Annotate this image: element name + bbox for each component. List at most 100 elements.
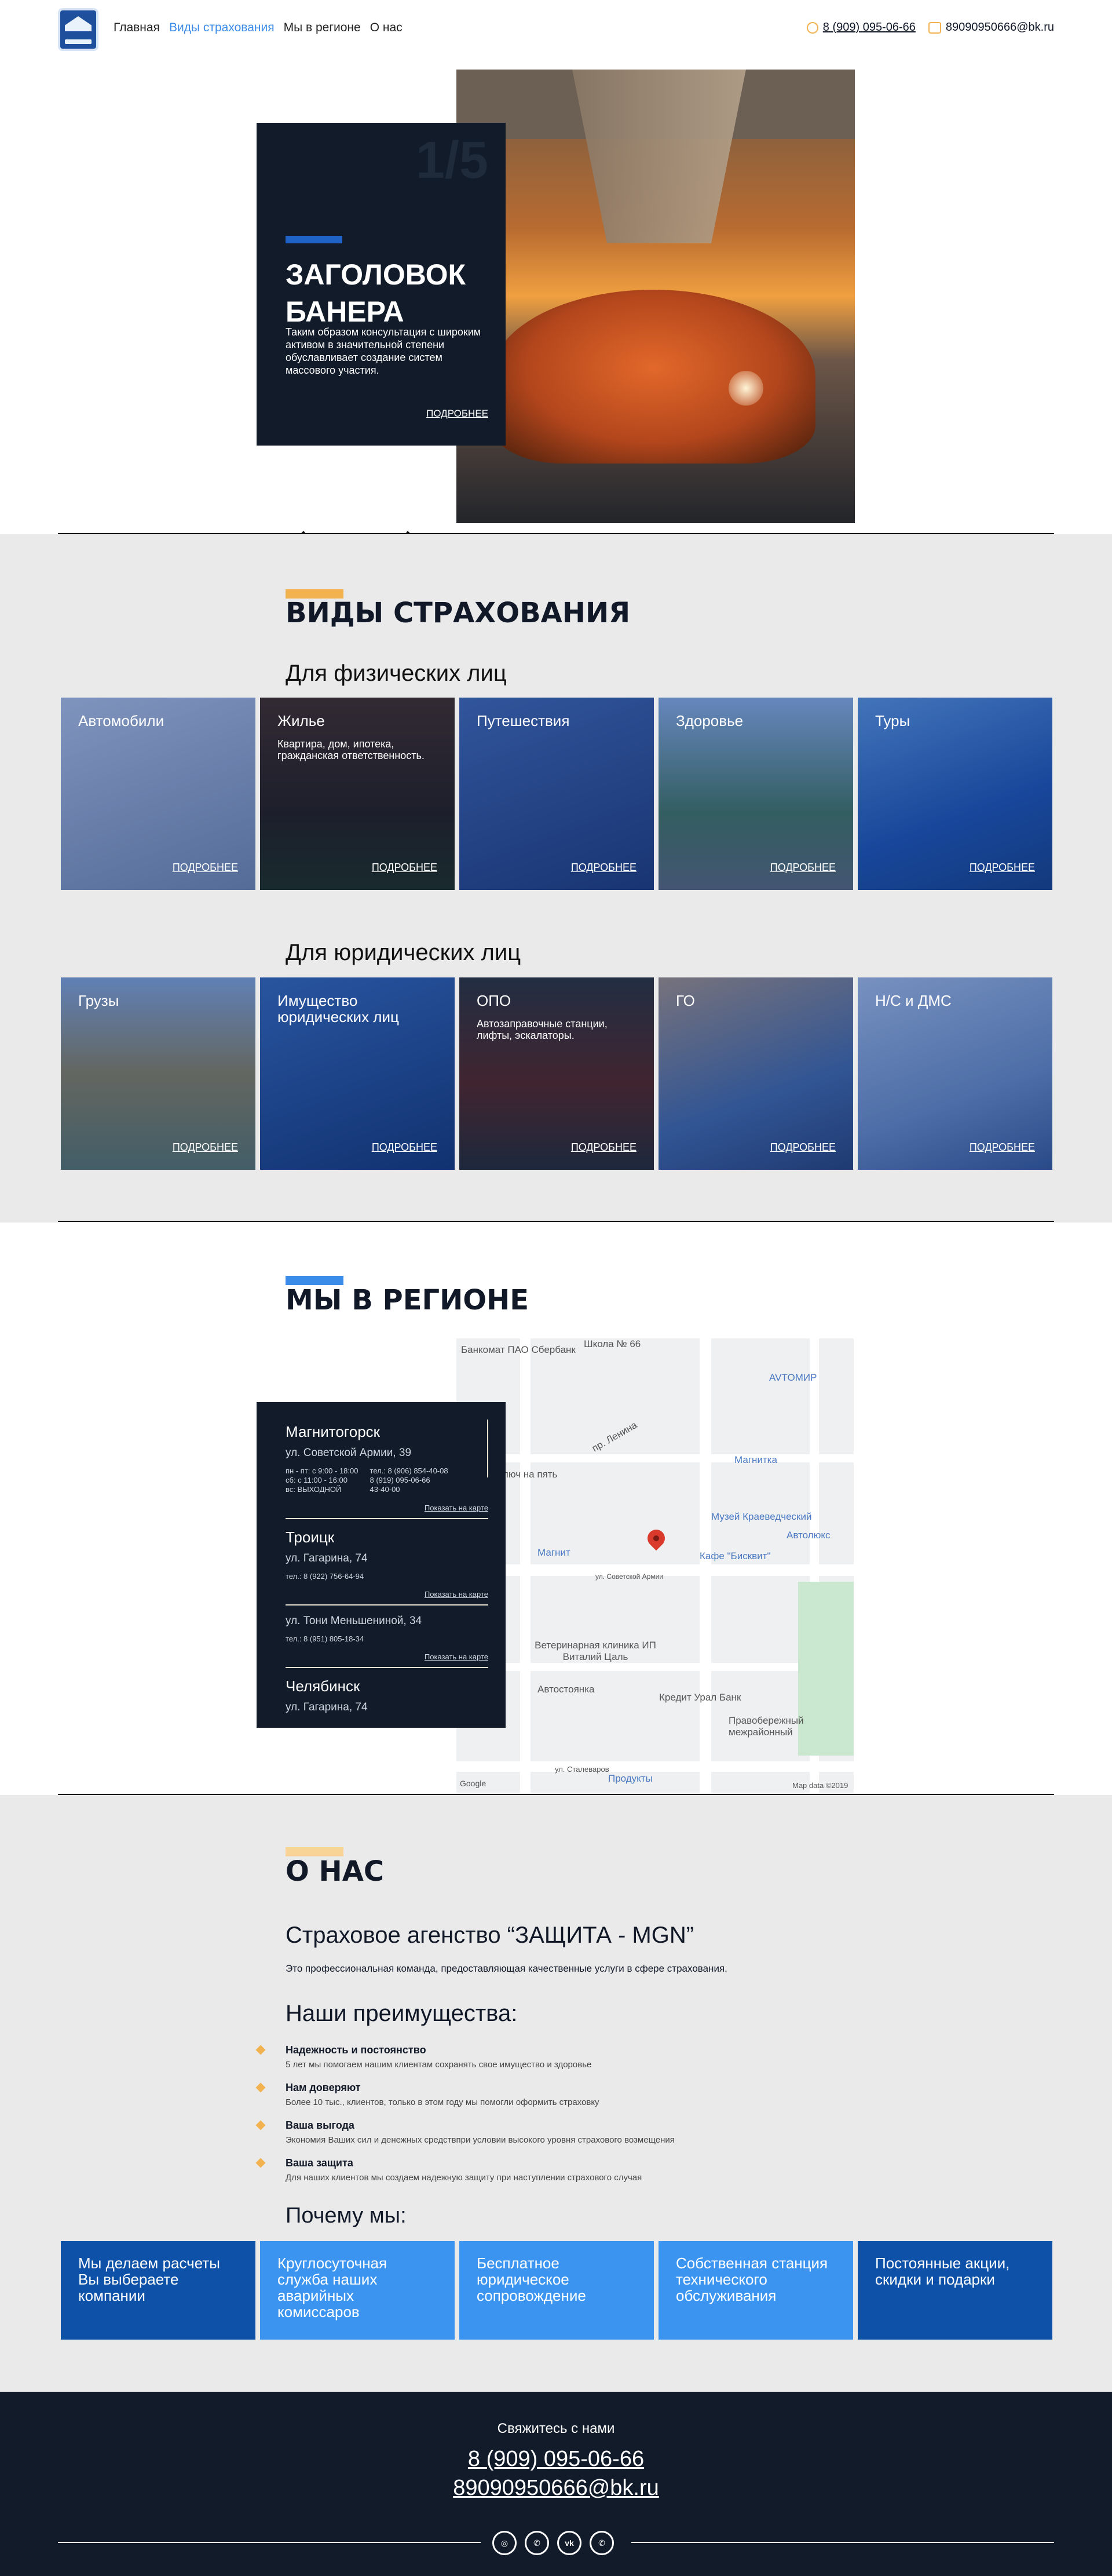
header-email[interactable]: 89090950666@bk.ru — [928, 21, 1054, 34]
main-nav: Главная Виды страхования Мы в регионе О … — [114, 21, 403, 35]
tile-title: ОПО — [477, 992, 511, 1009]
region-map[interactable]: Банкомат ПАО Сбербанк Школа № 66 AVTOМИР… — [456, 1338, 854, 1793]
tile-title: Н/С и ДМС — [875, 992, 952, 1009]
advantage-title: Ваша защита — [286, 2157, 353, 2169]
header-phone[interactable]: 8 (909) 095-06-66 — [806, 21, 916, 34]
footer-email[interactable]: 89090950666@bk.ru — [0, 2476, 1112, 2501]
region-title: Мы в регионе — [286, 1284, 529, 1316]
map-label: Магнит — [537, 1547, 570, 1558]
why-cards: Мы делаем расчеты Вы выбераете компании … — [61, 2241, 1052, 2340]
offices-panel: Магнитогорск ул. Советской Армии, 39 пн … — [257, 1402, 506, 1728]
hero-card: 1/5 Заголовок банера Таким образом консу… — [257, 123, 506, 446]
tile-more-link[interactable]: ПОДРОБНЕЕ — [571, 1141, 637, 1154]
footer-phone[interactable]: 8 (909) 095-06-66 — [0, 2447, 1112, 2472]
tile-desc: Автозаправочные станции, лифты, эскалато… — [477, 1018, 608, 1041]
tile-title: Грузы — [78, 992, 119, 1009]
office-phones: тел.: 8 (922) 756-64-94 — [286, 1572, 364, 1581]
tile-tours[interactable]: Туры ПОДРОБНЕЕ — [858, 698, 1052, 890]
site-footer: Свяжитесь с нами 8 (909) 095-06-66 89090… — [0, 2392, 1112, 2576]
tile-opo[interactable]: ОПО Автозаправочные станции, лифты, эска… — [459, 977, 654, 1170]
hero-more-link[interactable]: ПОДРОБНЕЕ — [426, 408, 488, 419]
map-label: Музей Краеведческий — [711, 1511, 812, 1522]
why-title: Почему мы: — [286, 2203, 407, 2228]
office-address: ул. Тони Меньшениной, 34 — [286, 1615, 422, 1627]
location-pin-icon[interactable] — [643, 1526, 669, 1551]
tile-title: Здоровье — [676, 712, 744, 729]
advantage-desc: Более 10 тыс., клиентов, только в этом г… — [286, 2097, 599, 2107]
show-on-map-link[interactable]: Показать на карте — [286, 1504, 488, 1512]
nav-about[interactable]: О нас — [370, 21, 403, 35]
map-label: Магнитка — [734, 1454, 777, 1465]
insurance-title: Виды страхования — [286, 597, 631, 629]
header-email-text[interactable]: 89090950666@bk.ru — [946, 21, 1054, 34]
tile-more-link[interactable]: ПОДРОБНЕЕ — [970, 1141, 1035, 1154]
agency-name: Страховое агенство “ЗАЩИТА - MGN” — [286, 1922, 694, 1948]
office-address: ул. Советской Армии, 39 — [286, 1447, 412, 1459]
office-phones: тел.: 8 (951) 805-18-34 — [286, 1634, 364, 1643]
nav-region[interactable]: Мы в регионе — [284, 21, 361, 35]
tile-more-link[interactable]: ПОДРОБНЕЕ — [173, 862, 238, 874]
map-label: ул. Сталеваров — [555, 1765, 609, 1774]
tile-title: Имущество юридических лиц — [277, 992, 399, 1026]
why-card: Бесплатное юридическое сопровождение — [459, 2241, 654, 2340]
accent-bar — [286, 236, 342, 243]
hero-text: Таким образом консультация с широким акт… — [286, 326, 481, 376]
tile-more-link[interactable]: ПОДРОБНЕЕ — [372, 862, 437, 874]
hero-slider: 1/5 Заголовок банера Таким образом консу… — [0, 58, 1112, 554]
map-label: пр. Ленина — [590, 1419, 639, 1454]
map-label: Правобережный межрайонный — [729, 1715, 804, 1738]
viber-icon[interactable]: ✆ — [525, 2531, 549, 2555]
tile-ns-dms[interactable]: Н/С и ДМС ПОДРОБНЕЕ — [858, 977, 1052, 1170]
tile-go[interactable]: ГО ПОДРОБНЕЕ — [659, 977, 853, 1170]
show-on-map-link[interactable]: Показать на карте — [286, 1652, 488, 1661]
vk-icon[interactable]: vk — [557, 2531, 581, 2555]
map-label: Ключ на пять — [497, 1469, 558, 1480]
advantage-item: Ваша защита Для наших клиентов мы создае… — [255, 2157, 834, 2183]
tile-cargo[interactable]: Грузы ПОДРОБНЕЕ — [61, 977, 255, 1170]
tile-more-link[interactable]: ПОДРОБНЕЕ — [372, 1141, 437, 1154]
advantage-item: Ваша выгода Экономия Ваших сил и денежны… — [255, 2119, 834, 2145]
advantage-title: Надежность и постоянство — [286, 2044, 426, 2056]
advantage-item: Надежность и постоянство 5 лет мы помога… — [255, 2044, 834, 2070]
show-on-map-link[interactable]: Показать на карте — [286, 1590, 488, 1599]
mail-icon — [928, 21, 941, 34]
logo[interactable] — [58, 8, 98, 51]
office-city: Троицк — [286, 1528, 335, 1546]
divider — [631, 2542, 1054, 2543]
advantages-list: Надежность и постоянство 5 лет мы помога… — [255, 2044, 834, 2195]
about-title: О нас — [286, 1855, 385, 1888]
advantage-desc: Экономия Ваших сил и денежных средствпри… — [286, 2135, 675, 2145]
tile-legal-property[interactable]: Имущество юридических лиц ПОДРОБНЕЕ — [260, 977, 455, 1170]
nav-insurance-types[interactable]: Виды страхования — [169, 21, 275, 35]
why-card: Постоянные акции, скидки и подарки — [858, 2241, 1052, 2340]
office-phones: тел.: 8 (906) 854-40-08 8 (919) 095-06-6… — [370, 1466, 448, 1494]
whatsapp-icon[interactable]: ✆ — [590, 2531, 614, 2555]
tile-title: ГО — [676, 992, 695, 1009]
map-label: Автолюкс — [787, 1530, 831, 1541]
map-label: AVTOМИР — [769, 1372, 817, 1383]
header-contacts: 8 (909) 095-06-66 89090950666@bk.ru — [806, 21, 1054, 34]
tile-travel[interactable]: Путешествия ПОДРОБНЕЕ — [459, 698, 654, 890]
header-phone-text[interactable]: 8 (909) 095-06-66 — [823, 21, 916, 34]
map-label: Кредит Урал Банк — [659, 1692, 741, 1703]
tile-more-link[interactable]: ПОДРОБНЕЕ — [571, 862, 637, 874]
tile-more-link[interactable]: ПОДРОБНЕЕ — [173, 1141, 238, 1154]
office-address: ул. Гагарина, 74 — [286, 1701, 368, 1713]
advantage-desc: 5 лет мы помогаем нашим клиентам сохраня… — [286, 2060, 592, 2070]
instagram-icon[interactable]: ◎ — [492, 2531, 517, 2555]
site-header: Главная Виды страхования Мы в регионе О … — [0, 0, 1112, 58]
advantage-item: Нам доверяют Более 10 тыс., клиентов, то… — [255, 2082, 834, 2107]
divider — [58, 1221, 1054, 1222]
nav-home[interactable]: Главная — [114, 21, 160, 35]
office-address: ул. Гагарина, 74 — [286, 1552, 368, 1564]
tile-more-link[interactable]: ПОДРОБНЕЕ — [770, 862, 836, 874]
tile-housing[interactable]: Жилье Квартира, дом, ипотека, гражданска… — [260, 698, 455, 890]
office-city: Магнитогорск — [286, 1423, 381, 1440]
tile-more-link[interactable]: ПОДРОБНЕЕ — [770, 1141, 836, 1154]
individuals-row: Автомобили ПОДРОБНЕЕ Жилье Квартира, дом… — [61, 698, 1052, 890]
tile-auto[interactable]: Автомобили ПОДРОБНЕЕ — [61, 698, 255, 890]
about-lead: Это профессиональная команда, предоставл… — [286, 1963, 727, 1974]
tile-health[interactable]: Здоровье ПОДРОБНЕЕ — [659, 698, 853, 890]
tile-more-link[interactable]: ПОДРОБНЕЕ — [970, 862, 1035, 874]
map-label: Кафе "Бисквит" — [700, 1550, 771, 1561]
